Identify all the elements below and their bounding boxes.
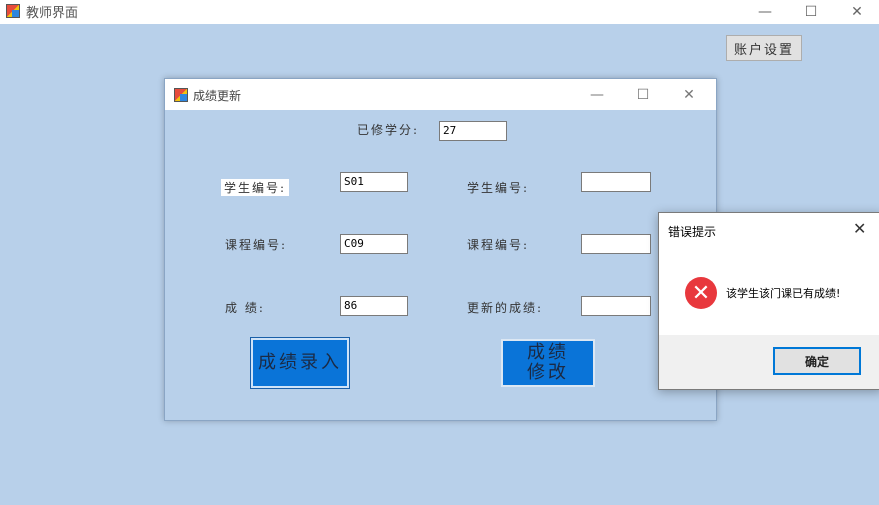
grade-modify-button[interactable]: 成绩修改 [501, 339, 595, 387]
new-grade-label: 更新的成绩: [467, 301, 544, 315]
close-button[interactable]: ✕ [666, 79, 712, 110]
window-title: 教师界面 [26, 6, 79, 21]
dialog-footer: 确定 [659, 335, 879, 389]
error-icon: ✕ [685, 277, 717, 309]
grade-label: 成 绩: [225, 301, 265, 315]
grade-window-titlebar: 成绩更新 — ☐ ✕ [165, 79, 716, 110]
credits-label: 已修学分: [357, 123, 420, 137]
credits-field[interactable]: 27 [439, 121, 507, 141]
course-id-field[interactable]: C09 [340, 234, 408, 254]
minimize-button[interactable]: — [742, 0, 788, 24]
app-icon [174, 88, 188, 102]
course-id-label: 课程编号: [225, 238, 288, 252]
grade-update-window: 成绩更新 — ☐ ✕ 已修学分: 27 学生编号: S01 课程编号: C09 … [164, 78, 717, 421]
account-settings-button[interactable]: 账户设置 [726, 35, 802, 61]
right-course-id-field[interactable] [581, 234, 651, 254]
error-message: 该学生该门课已有成绩! [726, 287, 841, 300]
right-student-id-field[interactable] [581, 172, 651, 192]
app-icon [6, 4, 20, 18]
right-student-id-label: 学生编号: [467, 181, 530, 195]
main-titlebar: 教师界面 — ☐ ✕ [0, 0, 879, 24]
dialog-title: 错误提示 [668, 225, 717, 239]
grade-entry-button[interactable]: 成绩录入 [250, 337, 350, 389]
new-grade-field[interactable] [581, 296, 651, 316]
grade-window-title: 成绩更新 [193, 89, 242, 103]
student-id-label: 学生编号: [221, 179, 290, 196]
close-icon[interactable]: ✕ [853, 219, 866, 238]
maximize-button[interactable]: ☐ [620, 79, 666, 110]
grade-field[interactable]: 86 [340, 296, 408, 316]
right-course-id-label: 课程编号: [467, 238, 530, 252]
maximize-button[interactable]: ☐ [788, 0, 834, 24]
error-dialog: 错误提示 ✕ ✕ 该学生该门课已有成绩! 确定 [658, 212, 879, 390]
close-button[interactable]: ✕ [834, 0, 879, 24]
student-id-field[interactable]: S01 [340, 172, 408, 192]
ok-button[interactable]: 确定 [773, 347, 861, 375]
minimize-button[interactable]: — [574, 79, 620, 110]
